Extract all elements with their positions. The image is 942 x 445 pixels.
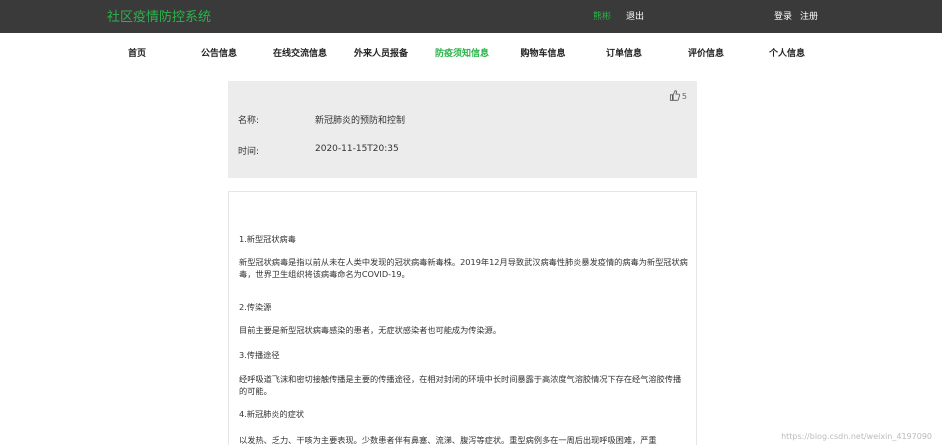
detail-info-panel: 5 名称: 新冠肺炎的预防和控制 时间: 2020-11-15T20:35 [228, 81, 697, 178]
nav-item-home[interactable]: 首页 [128, 46, 146, 59]
paragraph: 以发热、乏力、干咳为主要表现。少数患者伴有鼻塞、流涕、腹泻等症状。重型病例多在一… [239, 435, 657, 445]
paragraph: 目前主要是新型冠状病毒感染的患者，无症状感染者也可能成为传染源。 [239, 325, 502, 335]
name-label: 名称: [238, 116, 260, 126]
thumbs-up-icon [669, 90, 680, 103]
name-value: 新冠肺炎的预防和控制 [315, 116, 406, 126]
paragraph: 新型冠状病毒是指以前从未在人类中发现的冠状病毒新毒株。2019年12月导致武汉病… [239, 257, 688, 279]
register-link[interactable]: 注册 [800, 9, 818, 22]
nav-item-orders[interactable]: 订单信息 [606, 46, 642, 59]
username-link[interactable]: 熊彬 [593, 9, 611, 22]
login-link[interactable]: 登录 [774, 9, 792, 22]
section-heading: 2.传染源 [239, 302, 272, 312]
section-heading: 1.新型冠状病毒 [239, 234, 296, 244]
site-brand[interactable]: 社区疫情防控系统 [107, 6, 211, 25]
nav-item-visitor-report[interactable]: 外来人员报备 [354, 46, 408, 59]
nav-item-announcements[interactable]: 公告信息 [201, 46, 237, 59]
nav-item-profile[interactable]: 个人信息 [769, 46, 805, 59]
paragraph: 经呼吸道飞沫和密切接触传播是主要的传播途径，在相对封闭的环境中长时间暴露于高浓度… [239, 374, 682, 396]
logout-link[interactable]: 退出 [626, 9, 644, 22]
nav-item-prevention-notice[interactable]: 防疫须知信息 [435, 46, 489, 59]
article-content: 1.新型冠状病毒 新型冠状病毒是指以前从未在人类中发现的冠状病毒新毒株。2019… [228, 191, 697, 445]
time-label: 时间: [238, 147, 260, 157]
nav-item-reviews[interactable]: 评价信息 [688, 46, 724, 59]
section-heading: 3.传播途径 [239, 350, 280, 360]
top-bar: 社区疫情防控系统 熊彬 退出 登录 注册 [0, 0, 942, 33]
watermark: https://blog.csdn.net/weixin_4197090 [781, 432, 932, 441]
section-heading: 4.新冠肺炎的症状 [239, 409, 305, 419]
nav-item-online-chat[interactable]: 在线交流信息 [273, 46, 327, 59]
nav-item-cart[interactable]: 购物车信息 [520, 46, 565, 59]
time-value: 2020-11-15T20:35 [315, 144, 399, 154]
like-count: 5 [681, 92, 687, 101]
main-nav: 首页 公告信息 在线交流信息 外来人员报备 防疫须知信息 购物车信息 订单信息 … [0, 33, 942, 73]
like-button[interactable]: 5 [669, 90, 687, 103]
